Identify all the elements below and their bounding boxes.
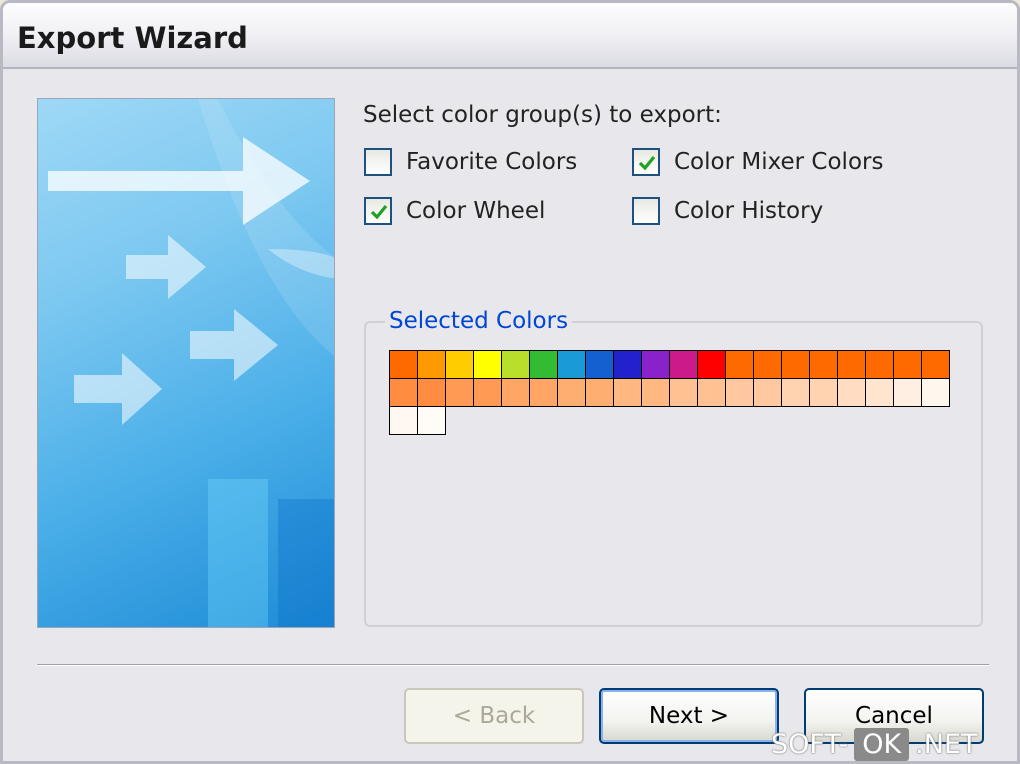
watermark-box-text: OK [854,727,910,761]
color-wheel-checkbox[interactable] [364,197,392,225]
color-swatch[interactable] [781,378,810,407]
color-swatch[interactable] [725,350,754,379]
color-swatch[interactable] [921,378,950,407]
color-swatch[interactable] [725,378,754,407]
color-swatch[interactable] [473,350,502,379]
button-divider [37,664,989,666]
color-swatch[interactable] [697,378,726,407]
color-swatch[interactable] [473,378,502,407]
color-swatch[interactable] [669,350,698,379]
color-swatch[interactable] [641,350,670,379]
color-swatch[interactable] [501,378,530,407]
checkmark-icon [370,204,388,220]
color-swatch[interactable] [837,378,866,407]
color-swatch[interactable] [697,350,726,379]
color-swatch[interactable] [417,350,446,379]
color-swatch[interactable] [585,350,614,379]
color-swatch[interactable] [641,378,670,407]
color-wheel-option[interactable]: Color Wheel [364,197,545,225]
color-swatch[interactable] [865,350,894,379]
color-swatch[interactable] [585,378,614,407]
color-mixer-colors-checkbox[interactable] [632,148,660,176]
color-swatch[interactable] [389,378,418,407]
color-mixer-colors-option[interactable]: Color Mixer Colors [632,148,883,176]
color-swatch[interactable] [809,378,838,407]
next-button[interactable]: Next > [599,688,779,744]
watermark-left-text: SOFT- [771,728,849,760]
arrows-graphic-icon [48,99,334,627]
watermark-right-text: .NET [915,728,978,760]
color-swatch[interactable] [529,378,558,407]
color-swatch[interactable] [557,350,586,379]
selected-colors-title: Selected Colors [385,308,573,334]
color-swatch[interactable] [501,350,530,379]
color-swatch[interactable] [669,378,698,407]
favorite-colors-option[interactable]: Favorite Colors [364,148,577,176]
checkmark-icon [638,155,656,171]
color-swatch[interactable] [613,350,642,379]
color-swatch[interactable] [445,378,474,407]
color-swatch[interactable] [893,378,922,407]
color-swatch[interactable] [529,350,558,379]
title-bar[interactable]: Export Wizard [3,3,1017,69]
color-swatch[interactable] [613,378,642,407]
color-swatch[interactable] [417,378,446,407]
color-swatch[interactable] [893,350,922,379]
color-swatch[interactable] [417,406,446,435]
color-swatch[interactable] [389,350,418,379]
color-history-label: Color History [674,198,824,224]
color-wheel-label: Color Wheel [406,198,546,224]
color-swatch[interactable] [753,378,782,407]
wizard-banner-image [37,98,335,628]
color-history-checkbox[interactable] [632,197,660,225]
color-swatch[interactable] [921,350,950,379]
export-wizard-window: Export Wizard Select color group(s) to e… [0,0,1020,764]
back-button[interactable]: < Back [404,688,584,744]
color-swatch[interactable] [389,406,418,435]
color-swatch[interactable] [781,350,810,379]
color-swatch[interactable] [753,350,782,379]
favorite-colors-checkbox[interactable] [364,148,392,176]
export-prompt-label: Select color group(s) to export: [363,102,722,128]
favorite-colors-label: Favorite Colors [406,149,578,175]
color-history-option[interactable]: Color History [632,197,823,225]
watermark: SOFT- OK .NET [771,725,978,761]
color-mixer-colors-label: Color Mixer Colors [674,149,884,175]
color-swatch[interactable] [445,350,474,379]
color-swatch[interactable] [809,350,838,379]
color-swatch[interactable] [557,378,586,407]
window-title: Export Wizard [17,21,248,55]
color-swatch[interactable] [837,350,866,379]
color-swatch[interactable] [865,378,894,407]
